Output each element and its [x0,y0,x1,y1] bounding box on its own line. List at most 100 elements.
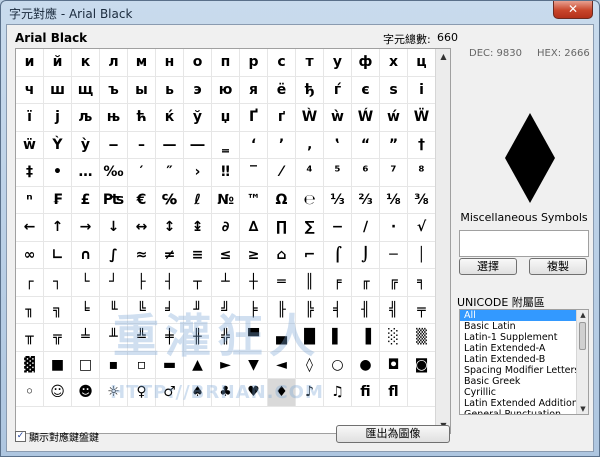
char-cell[interactable]: ⁴ [296,159,324,187]
char-cell[interactable]: ₧ [100,186,128,214]
char-cell[interactable]: ◙ [408,351,436,379]
char-cell[interactable]: т [296,49,324,77]
char-cell[interactable]: ⌡ [352,241,380,269]
char-cell[interactable]: љ [72,104,100,132]
char-cell[interactable]: ▓ [16,351,44,379]
char-cell[interactable]: ╪ [156,324,184,352]
char-cell[interactable]: ≠ [156,241,184,269]
close-button[interactable]: ✕ [553,1,593,19]
char-cell[interactable]: ▬ [156,351,184,379]
char-cell[interactable]: █ [296,324,324,352]
char-cell[interactable]: ╚ [128,296,156,324]
char-cell[interactable]: щ [72,76,100,104]
char-cell[interactable]: ╖ [16,296,44,324]
char-cell[interactable]: о [184,49,212,77]
char-cell[interactable]: Ẅ [408,104,436,132]
unicode-block-item[interactable]: Cyrillic [460,387,576,398]
char-cell[interactable]: ∩ [72,241,100,269]
unicode-block-item[interactable]: Basic Greek [460,376,576,387]
char-cell[interactable]: ‰ [100,159,128,187]
char-cell[interactable]: ╗ [44,296,72,324]
char-cell[interactable]: ▌ [324,324,352,352]
char-cell[interactable]: ╕ [408,269,436,297]
char-cell[interactable]: ‛ [324,131,352,159]
list-scroll-down-icon[interactable]: ▼ [577,404,588,414]
char-cell[interactable]: ’ [268,131,296,159]
unicode-block-item[interactable]: Latin Extended-B [460,354,576,365]
char-cell[interactable]: ђ [296,76,324,104]
char-cell[interactable]: с [268,49,296,77]
char-cell[interactable]: ↔ [128,214,156,242]
char-cell[interactable]: ∕ [352,214,380,242]
char-cell[interactable]: › [184,159,212,187]
char-cell[interactable]: ∑ [296,214,324,242]
char-cell[interactable]: ╜ [184,296,212,324]
char-cell[interactable]: ┘ [100,269,128,297]
char-cell[interactable]: ⁄ [268,159,296,187]
char-cell[interactable]: ⅔ [352,186,380,214]
char-cell[interactable]: й [44,49,72,77]
char-cell[interactable]: Ẁ [296,104,324,132]
char-cell[interactable]: ╥ [16,324,44,352]
char-cell[interactable]: ╢ [352,296,380,324]
char-cell[interactable]: ▒ [408,324,436,352]
char-cell[interactable]: ′ [128,159,156,187]
keyboard-keys-checkbox-row[interactable]: ✓ 顯示對應鍵盤鍵 [15,429,99,444]
char-cell[interactable]: ℅ [156,186,184,214]
char-cell[interactable]: ё [268,76,296,104]
char-cell[interactable]: ⁸ [408,159,436,187]
char-cell[interactable]: н [156,49,184,77]
char-cell[interactable]: ▀ [240,324,268,352]
char-cell[interactable]: │ [408,241,436,269]
char-cell[interactable]: ∙ [380,214,408,242]
char-cell[interactable]: ⁿ [16,186,44,214]
char-cell[interactable]: ≡ [184,241,212,269]
char-cell[interactable]: ◄ [268,351,296,379]
char-cell[interactable]: ќ [156,104,184,132]
char-cell[interactable]: ─ [380,241,408,269]
char-cell[interactable]: ⅜ [408,186,436,214]
char-cell[interactable]: ☺ [44,379,72,407]
list-scroll-up-icon[interactable]: ▲ [577,310,588,320]
char-cell[interactable]: л [100,49,128,77]
char-cell[interactable]: └ [72,269,100,297]
char-cell[interactable]: џ [212,104,240,132]
unicode-block-item[interactable]: All [460,310,576,321]
char-cell[interactable]: к [72,49,100,77]
char-cell[interactable]: ╬ [212,324,240,352]
char-cell[interactable]: ▫ [128,351,156,379]
char-cell[interactable]: ‾ [240,159,268,187]
char-cell[interactable]: ћ [128,104,156,132]
char-cell[interactable]: ў [184,104,212,132]
char-cell[interactable]: и [16,49,44,77]
char-cell[interactable]: ═ [268,269,296,297]
unicode-block-scrollbar[interactable]: ▲ ▼ [576,310,588,414]
char-cell[interactable]: → [72,214,100,242]
char-cell[interactable]: ⌐ [296,241,324,269]
char-cell[interactable]: ◊ [296,351,324,379]
char-cell[interactable]: ♪ [296,379,324,407]
char-cell[interactable]: † [408,131,436,159]
char-cell[interactable]: … [72,159,100,187]
char-cell[interactable]: ╡ [324,296,352,324]
char-cell[interactable]: ỳ [72,131,100,159]
char-cell[interactable]: ‗ [212,131,240,159]
char-cell[interactable]: £ [72,186,100,214]
char-cell[interactable]: ⅓ [324,186,352,214]
char-cell[interactable]: ╞ [240,296,268,324]
char-cell[interactable]: ▄ [268,324,296,352]
char-cell[interactable]: ◦ [16,379,44,407]
char-cell[interactable]: ┐ [44,269,72,297]
char-cell[interactable]: ь [156,76,184,104]
char-cell[interactable]: Ґ [240,104,268,132]
char-cell[interactable]: у [324,49,352,77]
char-cell[interactable]: ﬂ [380,379,408,407]
char-cell[interactable]: – [128,131,156,159]
char-cell[interactable]: ╤ [408,296,436,324]
char-cell[interactable]: ъ [100,76,128,104]
char-cell[interactable]: ╙ [100,296,128,324]
char-cell[interactable]: э [184,76,212,104]
char-cell[interactable]: ⁷ [380,159,408,187]
char-cell[interactable]: ю [212,76,240,104]
char-cell[interactable]: ↑ [44,214,72,242]
